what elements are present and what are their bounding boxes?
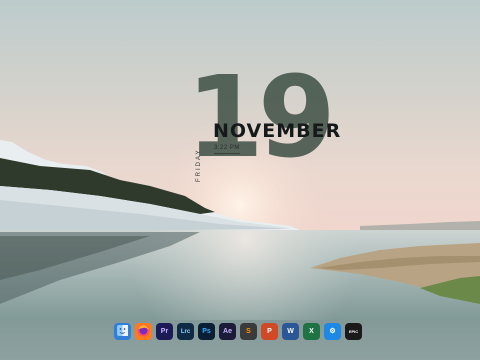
- sublime-icon: S: [246, 328, 251, 335]
- lightroom-icon: Lrc: [180, 328, 191, 335]
- premiere-icon: Pr: [160, 328, 169, 335]
- dock-app-excel[interactable]: X: [303, 323, 320, 340]
- powerpoint-icon: P: [267, 328, 272, 335]
- dock-app-word[interactable]: W: [282, 323, 299, 340]
- dock-app-firefox[interactable]: [135, 323, 152, 340]
- excel-icon: X: [309, 328, 314, 335]
- photoshop-icon: Ps: [202, 328, 211, 335]
- finder-icon: [117, 325, 128, 338]
- dock: Pr Lrc Ps Ae S P W X ⚙ EPIC: [114, 323, 362, 343]
- dock-app-lightroom-classic[interactable]: Lrc: [177, 323, 194, 340]
- dock-app-epic-games[interactable]: EPIC: [345, 323, 362, 340]
- firefox-icon: [137, 324, 150, 339]
- dock-app-settings[interactable]: ⚙: [324, 323, 341, 340]
- dock-app-photoshop[interactable]: Ps: [198, 323, 215, 340]
- word-icon: W: [287, 328, 294, 335]
- desktop-wallpaper: [0, 0, 480, 360]
- dock-app-sublime-text[interactable]: S: [240, 323, 257, 340]
- after-effects-icon: Ae: [223, 328, 232, 335]
- dock-app-finder[interactable]: [114, 323, 131, 340]
- dock-app-after-effects[interactable]: Ae: [219, 323, 236, 340]
- epic-games-icon: EPIC: [348, 328, 359, 334]
- gear-icon: ⚙: [329, 328, 336, 335]
- dock-app-premiere-pro[interactable]: Pr: [156, 323, 173, 340]
- dock-app-powerpoint[interactable]: P: [261, 323, 278, 340]
